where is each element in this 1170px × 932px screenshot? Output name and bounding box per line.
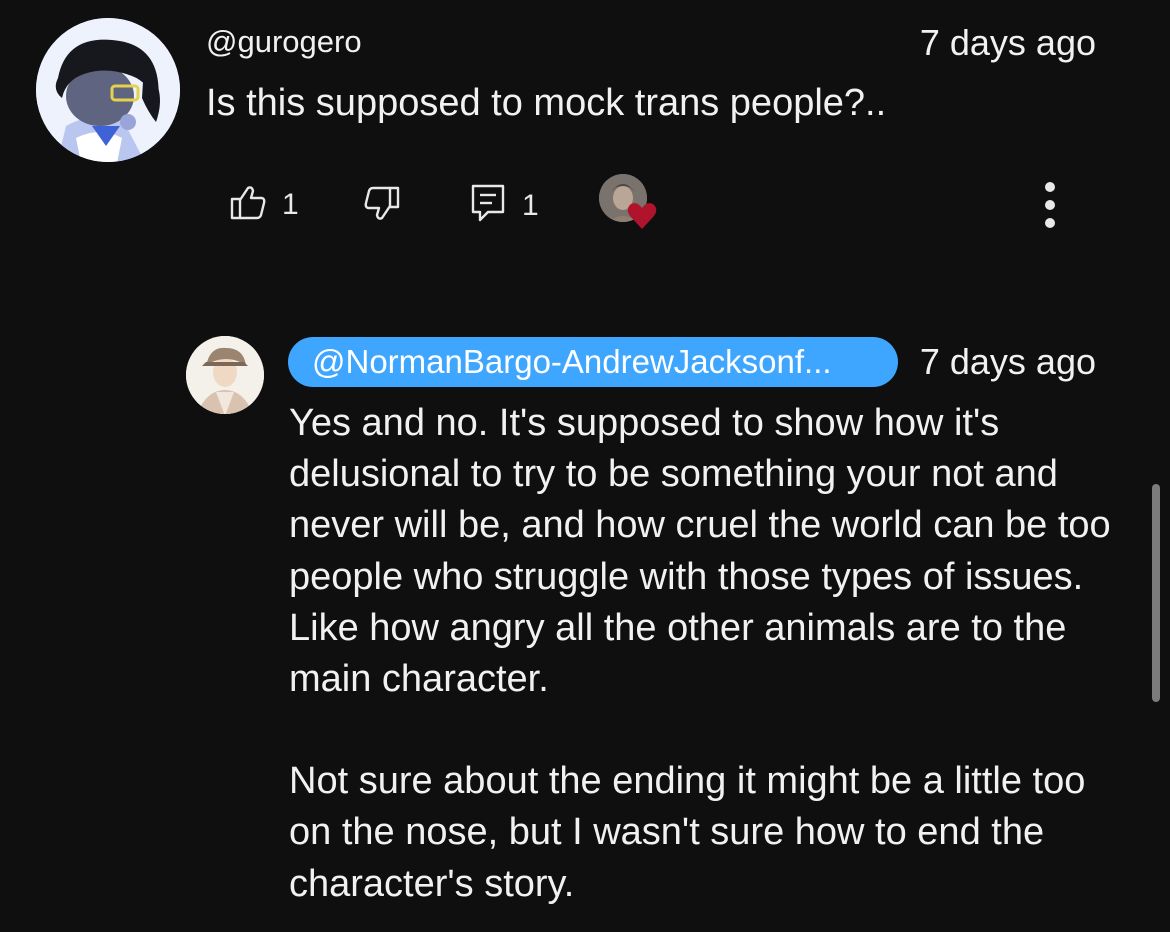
like-count: 1 bbox=[282, 187, 299, 221]
like-button[interactable]: 1 bbox=[228, 182, 299, 227]
thumbs-up-icon bbox=[228, 182, 268, 227]
dislike-button[interactable] bbox=[362, 184, 402, 229]
reply-text: Yes and no. It's supposed to show how it… bbox=[289, 398, 1119, 910]
reply-author-avatar[interactable] bbox=[186, 336, 264, 414]
comment-timestamp: 7 days ago bbox=[919, 22, 1096, 63]
comment-author[interactable]: @gurogero bbox=[206, 24, 362, 60]
more-vert-icon[interactable] bbox=[1034, 178, 1066, 232]
creator-heart-badge bbox=[599, 174, 657, 229]
scrollbar[interactable] bbox=[1152, 484, 1160, 702]
reply-author-pill[interactable]: @NormanBargo-AndrewJacksonf... bbox=[288, 337, 898, 387]
commenter-avatar[interactable] bbox=[36, 18, 180, 162]
thumbs-down-icon bbox=[362, 184, 402, 229]
reply-count: 1 bbox=[522, 188, 539, 222]
creator-heart-icon bbox=[627, 202, 657, 235]
comment-text: Is this supposed to mock trans people?.. bbox=[206, 82, 887, 124]
reply-timestamp: 7 days ago bbox=[919, 341, 1096, 382]
reply-paragraph: Yes and no. It's supposed to show how it… bbox=[289, 402, 1111, 701]
reply-button[interactable]: 1 bbox=[468, 182, 539, 229]
reply-paragraph: Not sure about the ending it might be a … bbox=[289, 760, 1086, 905]
reply-icon bbox=[468, 182, 508, 229]
